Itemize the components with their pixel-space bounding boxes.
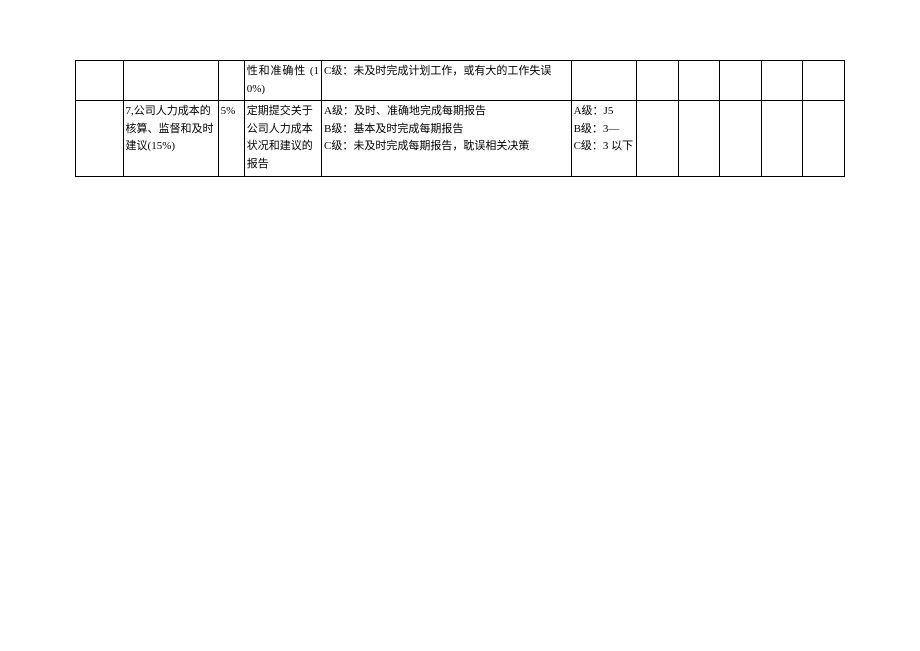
cell-f1 [571,61,636,101]
score-a-text: A级：J5 [574,103,634,121]
cell-h2 [678,101,720,176]
grade-b-text: B级：基本及时完成每期报告 [324,121,569,139]
cell-b2: 7,公司人力成本的核算、监督和及时建议(15%) [123,101,218,176]
table-row: 7,公司人力成本的核算、监督和及时建议(15%) 5% 定期提交关于公司人力成本… [76,101,845,176]
cell-j2 [761,101,803,176]
cell-d1: 性和准确性 (10%) [244,61,321,101]
cell-g2 [636,101,678,176]
cell-a2 [76,101,124,176]
evaluation-table: 性和准确性 (10%) C级：未及时完成计划工作，或有大的工作失误 7,公司人力… [75,60,845,177]
cell-a1 [76,61,124,101]
grade-c-text: C级：未及时完成每期报告，耽误相关决策 [324,138,569,156]
cell-c1 [218,61,244,101]
cell-k2 [803,101,845,176]
score-c-text: C级：3 以下 [574,138,634,156]
cell-d2: 定期提交关于公司人力成本状况和建议的报告 [244,101,321,176]
cell-i1 [720,61,762,101]
cell-e2: A级：及时、准确地完成每期报告 B级：基本及时完成每期报告 C级：未及时完成每期… [322,101,572,176]
score-b-text: B级：3— [574,121,634,139]
cell-e1: C级：未及时完成计划工作，或有大的工作失误 [322,61,572,101]
cell-h1 [678,61,720,101]
cell-g1 [636,61,678,101]
cell-c2: 5% [218,101,244,176]
cell-i2 [720,101,762,176]
cell-f2: A级：J5 B级：3— C级：3 以下 [571,101,636,176]
cell-j1 [761,61,803,101]
cell-k1 [803,61,845,101]
table-row: 性和准确性 (10%) C级：未及时完成计划工作，或有大的工作失误 [76,61,845,101]
grade-a-text: A级：及时、准确地完成每期报告 [324,103,569,121]
cell-b1 [123,61,218,101]
